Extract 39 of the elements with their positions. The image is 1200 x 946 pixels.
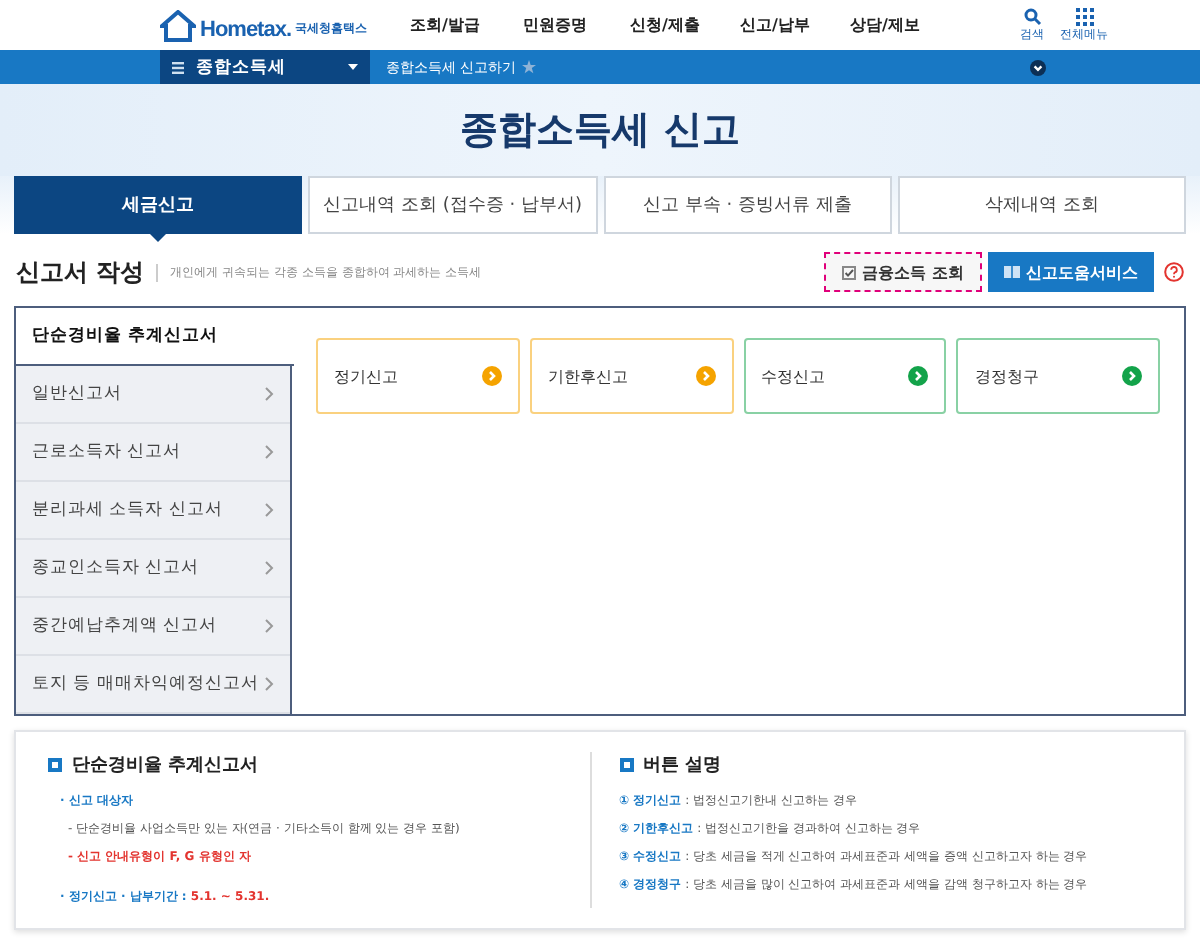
chevron-right-icon [264, 444, 274, 460]
page-title: 종합소득세 신고 [460, 106, 740, 156]
grid-menu-icon[interactable] [1075, 7, 1093, 25]
nav-menu-item[interactable]: 민원증명 [500, 14, 610, 36]
section-dropdown[interactable]: 종합소득세 [160, 50, 370, 84]
nav-menu-item[interactable]: 상담/제보 [830, 14, 940, 36]
filing-option-button[interactable]: 기한후신고 [529, 338, 733, 414]
info-title: 단순경비율 추계신고서 [72, 754, 259, 778]
search-icon[interactable] [1023, 7, 1041, 25]
income-inquiry-button[interactable]: 금융소득 조회 [824, 252, 982, 292]
help-title: 버튼 설명 [643, 754, 722, 778]
caret-icon [348, 64, 358, 70]
tab[interactable]: 신고 부속 · 증빙서류 제출 [603, 176, 892, 234]
section-title: 신고서 작성 [16, 255, 145, 289]
book-icon [1004, 266, 1020, 278]
chevron-down-icon[interactable] [1030, 59, 1046, 75]
nav-menu-item[interactable]: 조회/발급 [390, 14, 500, 36]
help-service-button[interactable]: 신고도움서비스 [988, 252, 1154, 292]
help-icon[interactable] [1164, 262, 1184, 282]
chevron-right-icon [264, 386, 274, 402]
form-menu-item[interactable]: 단순경비율 추계신고서 [16, 308, 293, 366]
tab[interactable]: 삭제내역 조회 [897, 176, 1186, 234]
chevron-right-icon [264, 502, 274, 518]
filing-option-button[interactable]: 경정청구 [956, 338, 1160, 414]
menu-icon [172, 61, 184, 73]
square-bullet-icon [619, 758, 633, 772]
tab[interactable]: 신고내역 조회 (접수증 · 납부서) [308, 176, 597, 234]
star-icon[interactable] [522, 60, 537, 74]
filing-option-button[interactable]: 정기신고 [316, 338, 520, 414]
nav-menu-item[interactable]: 신청/제출 [610, 14, 720, 36]
square-bullet-icon [48, 758, 62, 772]
chevron-right-icon [264, 676, 274, 692]
filing-option-button[interactable]: 수정신고 [743, 338, 947, 414]
chevron-right-icon [264, 560, 274, 576]
house-logo-icon [160, 9, 196, 41]
logo-text[interactable]: Hometax. [200, 17, 292, 41]
chevron-right-icon [264, 618, 274, 634]
nav-menu-item[interactable]: 신고/납부 [720, 14, 830, 36]
checkbox-icon [842, 265, 857, 279]
